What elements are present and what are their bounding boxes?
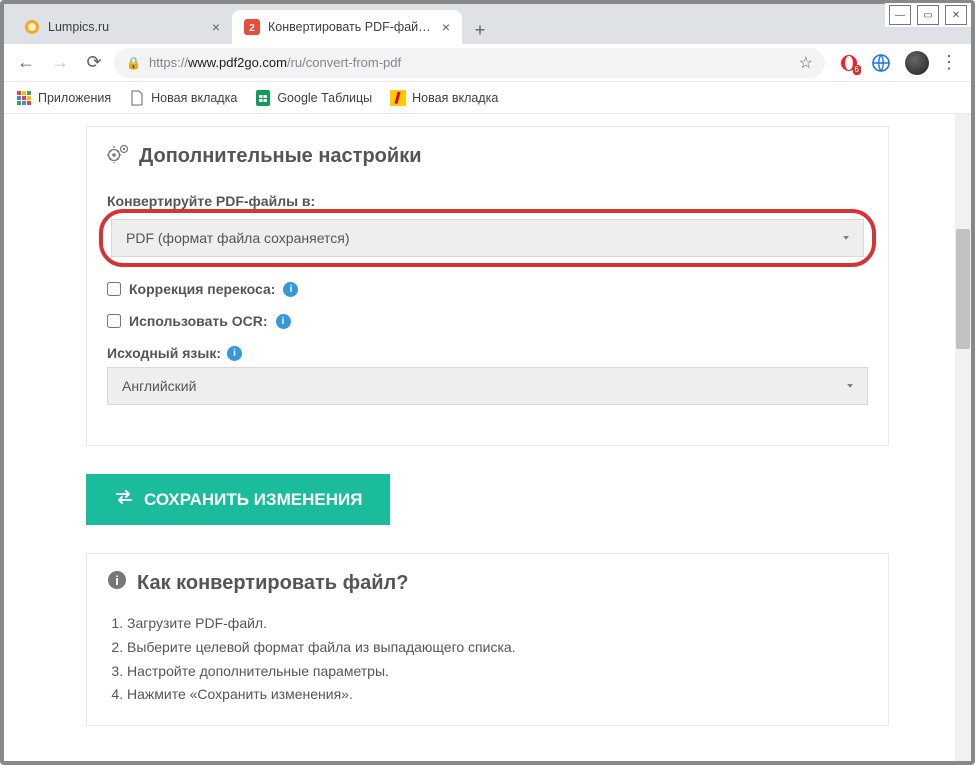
scrollbar-thumb[interactable] xyxy=(956,229,970,349)
additional-settings-panel: Дополнительные настройки Конвертируйте P… xyxy=(86,126,889,446)
language-select[interactable]: Английский xyxy=(107,367,868,405)
close-tab-icon[interactable]: × xyxy=(212,19,220,35)
maximize-button[interactable]: ▭ xyxy=(917,5,939,25)
bookmark-label: Приложения xyxy=(38,91,111,105)
info-icon[interactable]: i xyxy=(276,314,291,329)
gears-icon xyxy=(107,143,129,169)
source-lang-label: Исходный язык: i xyxy=(107,345,868,361)
extension-badge: 6 xyxy=(853,65,861,75)
minimize-button[interactable]: — xyxy=(889,5,911,25)
page-icon xyxy=(129,90,145,106)
settings-heading: Дополнительные настройки xyxy=(87,127,888,185)
how-step: Загрузите PDF-файл. xyxy=(127,612,868,636)
how-to-steps: Загрузите PDF-файл. Выберите целевой фор… xyxy=(87,612,888,725)
page-viewport: Дополнительные настройки Конвертируйте P… xyxy=(4,114,971,761)
ocr-checkbox[interactable] xyxy=(107,314,121,328)
info-icon[interactable]: i xyxy=(283,282,298,297)
ocr-row: Использовать OCR: i xyxy=(107,313,868,329)
url-text: https://www.pdf2go.com/ru/convert-from-p… xyxy=(149,55,791,70)
bookmark-new-tab-2[interactable]: Новая вкладка xyxy=(390,90,498,106)
how-to-heading: i Как конвертировать файл? xyxy=(87,554,888,612)
tab-title: Lumpics.ru xyxy=(48,20,204,34)
bookmarks-bar: Приложения Новая вкладка Google Таблицы … xyxy=(4,82,971,114)
swap-arrows-icon xyxy=(114,489,134,510)
browser-toolbar: ← → ⟳ 🔒 https://www.pdf2go.com/ru/conver… xyxy=(4,44,971,82)
save-button-label: СОХРАНИТЬ ИЗМЕНЕНИЯ xyxy=(144,490,362,510)
forward-button[interactable]: → xyxy=(46,49,74,77)
tab-strip: Lumpics.ru × 2 Конвертировать PDF-файл —… xyxy=(4,4,971,44)
info-icon[interactable]: i xyxy=(227,346,242,361)
sheets-icon xyxy=(255,90,271,106)
svg-text:2: 2 xyxy=(249,23,255,34)
deskew-label: Коррекция перекоса: xyxy=(129,281,275,297)
ocr-label: Использовать OCR: xyxy=(129,313,268,329)
new-tab-button[interactable]: + xyxy=(466,16,494,44)
bookmark-apps[interactable]: Приложения xyxy=(16,90,111,106)
reload-button[interactable]: ⟳ xyxy=(80,49,108,77)
close-tab-icon[interactable]: × xyxy=(442,19,450,35)
pdf2go-favicon-icon: 2 xyxy=(244,19,260,35)
format-select-value: PDF (формат файла сохраняется) xyxy=(126,230,350,246)
convert-to-label: Конвертируйте PDF-файлы в: xyxy=(107,193,868,209)
deskew-checkbox[interactable] xyxy=(107,282,121,296)
lumpics-favicon-icon xyxy=(24,19,40,35)
svg-text:i: i xyxy=(115,573,119,588)
bookmark-google-sheets[interactable]: Google Таблицы xyxy=(255,90,372,106)
browser-tab-lumpics[interactable]: Lumpics.ru × xyxy=(12,10,232,44)
browser-tab-pdf2go[interactable]: 2 Конвертировать PDF-файл — К × xyxy=(232,10,462,44)
opera-extension-icon[interactable]: 6 xyxy=(839,53,859,73)
bookmark-label: Новая вкладка xyxy=(151,91,237,105)
language-select-value: Английский xyxy=(122,378,196,394)
profile-avatar[interactable] xyxy=(905,51,929,75)
bookmark-new-tab-1[interactable]: Новая вкладка xyxy=(129,90,237,106)
info-circle-icon: i xyxy=(107,570,127,596)
bookmark-label: Новая вкладка xyxy=(412,91,498,105)
globe-extension-icon[interactable] xyxy=(871,53,891,73)
apps-icon xyxy=(16,90,32,106)
how-step: Нажмите «Сохранить изменения». xyxy=(127,683,868,707)
extensions-area: 6 xyxy=(831,53,899,73)
bookmark-star-icon[interactable]: ☆ xyxy=(799,53,813,73)
format-select-highlight: PDF (формат файла сохраняется) xyxy=(99,209,876,267)
save-changes-button[interactable]: СОХРАНИТЬ ИЗМЕНЕНИЯ xyxy=(86,474,390,525)
how-step: Выберите целевой формат файла из выпадаю… xyxy=(127,636,868,660)
how-step: Настройте дополнительные параметры. xyxy=(127,660,868,684)
scrollbar-track[interactable] xyxy=(955,114,971,761)
lock-icon: 🔒 xyxy=(126,56,141,70)
browser-menu-button[interactable]: ⋮ xyxy=(935,52,963,73)
back-button[interactable]: ← xyxy=(12,49,40,77)
language-select-wrap: Английский xyxy=(107,367,868,405)
tab-title: Конвертировать PDF-файл — К xyxy=(268,20,434,34)
window-controls: — ▭ ✕ xyxy=(885,3,971,27)
format-select[interactable]: PDF (формат файла сохраняется) xyxy=(111,219,864,257)
deskew-row: Коррекция перекоса: i xyxy=(107,281,868,297)
bookmark-label: Google Таблицы xyxy=(277,91,372,105)
close-window-button[interactable]: ✕ xyxy=(945,5,967,25)
yandex-icon xyxy=(390,90,406,106)
how-to-panel: i Как конвертировать файл? Загрузите PDF… xyxy=(86,553,889,726)
address-bar[interactable]: 🔒 https://www.pdf2go.com/ru/convert-from… xyxy=(114,48,825,78)
